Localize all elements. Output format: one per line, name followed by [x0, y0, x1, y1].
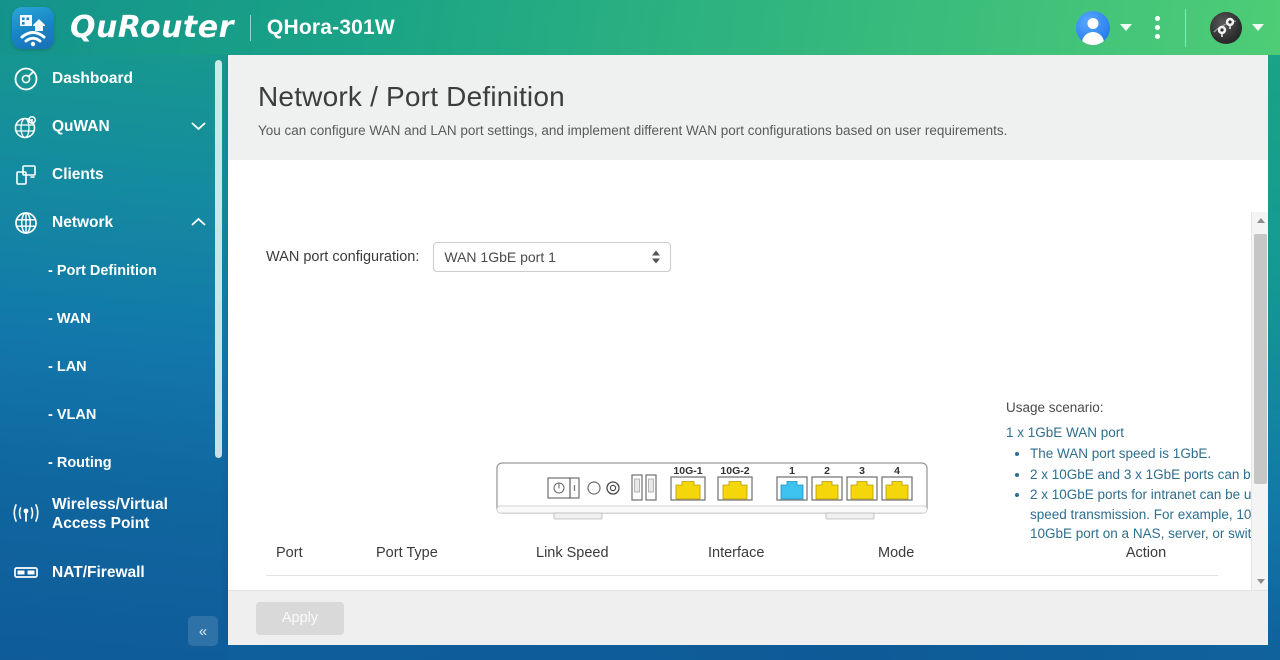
wireless-ap-icon	[8, 495, 44, 531]
svg-text:10G-2: 10G-2	[720, 465, 749, 477]
sidebar-item-label: Wireless/Virtual Access Point	[52, 496, 168, 533]
sidebar-item-lan[interactable]: - LAN	[0, 343, 228, 391]
page-body: WAN port configuration: WAN 1GbE port 1	[228, 212, 1268, 645]
column-header-interface: Interface	[708, 544, 765, 561]
user-avatar-icon[interactable]	[1076, 10, 1110, 45]
usage-scenario-list: The WAN port speed is 1GbE. 2 x 10GbE an…	[1030, 444, 1268, 544]
sidebar-item-vlan[interactable]: - VLAN	[0, 391, 228, 439]
device-model-name: QHora-301W	[266, 15, 395, 39]
chevron-down-icon[interactable]	[191, 118, 206, 136]
more-vertical-icon[interactable]	[1152, 13, 1163, 42]
sidebar-items: Dashboard QuWAN Clients Network - Port D…	[0, 55, 228, 597]
sidebar-item-label: Clients	[52, 166, 104, 184]
qurouter-logo-icon[interactable]	[12, 6, 54, 49]
sidebar-item-label: QuWAN	[52, 118, 110, 136]
brand-name: QuRouter	[70, 10, 234, 45]
scroll-down-arrow-icon[interactable]	[1252, 573, 1268, 590]
right-background-fill	[1268, 55, 1280, 660]
sidebar-item-wireless-ap[interactable]: Wireless/Virtual Access Point	[0, 487, 228, 549]
usage-scenario: Usage scenario: 1 x 1GbE WAN port The WA…	[1006, 400, 1268, 544]
content-scrollbar[interactable]	[1251, 212, 1268, 590]
sidebar-item-port-definition[interactable]: - Port Definition	[0, 247, 228, 295]
scroll-up-arrow-icon[interactable]	[1252, 212, 1268, 229]
usage-scenario-title: Usage scenario:	[1006, 400, 1104, 415]
avatar-chevron-down-icon[interactable]	[1120, 24, 1132, 31]
quwan-icon	[8, 109, 44, 145]
wan-port-configuration-value: WAN 1GbE port 1	[444, 249, 556, 265]
sidebar-collapse-button[interactable]: «	[188, 616, 218, 646]
content-panel: Network / Port Definition You can config…	[228, 55, 1268, 645]
chevron-up-icon[interactable]	[191, 214, 206, 232]
network-globe-icon	[8, 205, 44, 241]
sidebar-item-quwan[interactable]: QuWAN	[0, 103, 228, 151]
page-title: Network / Port Definition	[258, 81, 565, 112]
clients-icon	[8, 157, 44, 193]
sidebar-item-clients[interactable]: Clients	[0, 151, 228, 199]
top-header-bar: QuRouter QHora-301W	[0, 0, 1280, 55]
sidebar-item-label: Dashboard	[52, 70, 133, 88]
column-header-port: Port	[276, 544, 303, 561]
sidebar-item-dashboard[interactable]: Dashboard	[0, 55, 228, 103]
sidebar-sub-label: - Port Definition	[48, 263, 157, 279]
svg-text:2: 2	[824, 465, 830, 477]
svg-text:4: 4	[894, 465, 900, 477]
apply-button[interactable]: Apply	[256, 601, 344, 635]
sidebar-item-label: NAT/Firewall	[52, 564, 145, 582]
sidebar-item-network[interactable]: Network	[0, 199, 228, 247]
wan-port-configuration-select[interactable]: WAN 1GbE port 1	[433, 242, 672, 272]
qurouter-app: QuRouter QHora-301W Dashboard QuWAN Clie…	[0, 0, 1280, 660]
page-header: Network / Port Definition You can config…	[228, 55, 1268, 160]
updown-arrows-icon	[652, 250, 661, 264]
usage-scenario-subtitle: 1 x 1GbE WAN port	[1006, 425, 1125, 440]
svg-text:3: 3	[859, 465, 865, 477]
sidebar-item-wan[interactable]: - WAN	[0, 295, 228, 343]
usage-bullet: The WAN port speed is 1GbE.	[1030, 444, 1268, 464]
sidebar-item-routing[interactable]: - Routing	[0, 439, 228, 487]
column-header-port-type: Port Type	[376, 544, 438, 561]
bottom-background-fill	[228, 645, 1280, 660]
svg-text:1: 1	[789, 465, 795, 477]
page-description: You can configure WAN and LAN port setti…	[258, 123, 1008, 138]
sidebar-sub-label: - LAN	[48, 359, 87, 375]
sidebar-item-nat-firewall[interactable]: NAT/Firewall	[0, 549, 228, 597]
wan-port-configuration-row: WAN port configuration: WAN 1GbE port 1	[228, 212, 1268, 272]
column-header-action: Action	[1125, 544, 1167, 561]
nat-firewall-icon	[8, 555, 44, 591]
sidebar-item-label: Network	[52, 214, 114, 232]
quwan-globe-icon[interactable]	[1210, 11, 1242, 44]
sidebar-scrollbar-thumb[interactable]	[215, 60, 222, 458]
header-actions	[1076, 8, 1280, 47]
svg-text:10G-1: 10G-1	[673, 465, 702, 477]
header-divider	[1185, 8, 1186, 47]
table-header-row: Port Port Type Link Speed Interface Mode…	[266, 530, 1218, 576]
sidebar-sub-label: - Routing	[48, 455, 112, 471]
column-header-link-speed: Link Speed	[536, 544, 609, 561]
sidebar-sub-label: - WAN	[48, 311, 91, 327]
wan-port-configuration-label: WAN port configuration:	[266, 249, 420, 265]
usage-bullet: 2 x 10GbE and 3 x 1GbE ports can be util…	[1030, 465, 1268, 485]
dashboard-icon	[8, 61, 44, 97]
router-back-panel: 10G-1 10G-2 1 2 3 4	[496, 462, 928, 533]
panel-footer: Apply	[228, 590, 1268, 645]
brand-divider	[249, 14, 251, 41]
quwan-chevron-down-icon[interactable]	[1252, 24, 1264, 31]
sidebar-nav: Dashboard QuWAN Clients Network - Port D…	[0, 55, 228, 660]
column-header-mode: Mode	[878, 544, 915, 561]
sidebar-sub-label: - VLAN	[48, 407, 97, 423]
content-scrollbar-thumb[interactable]	[1254, 234, 1267, 484]
